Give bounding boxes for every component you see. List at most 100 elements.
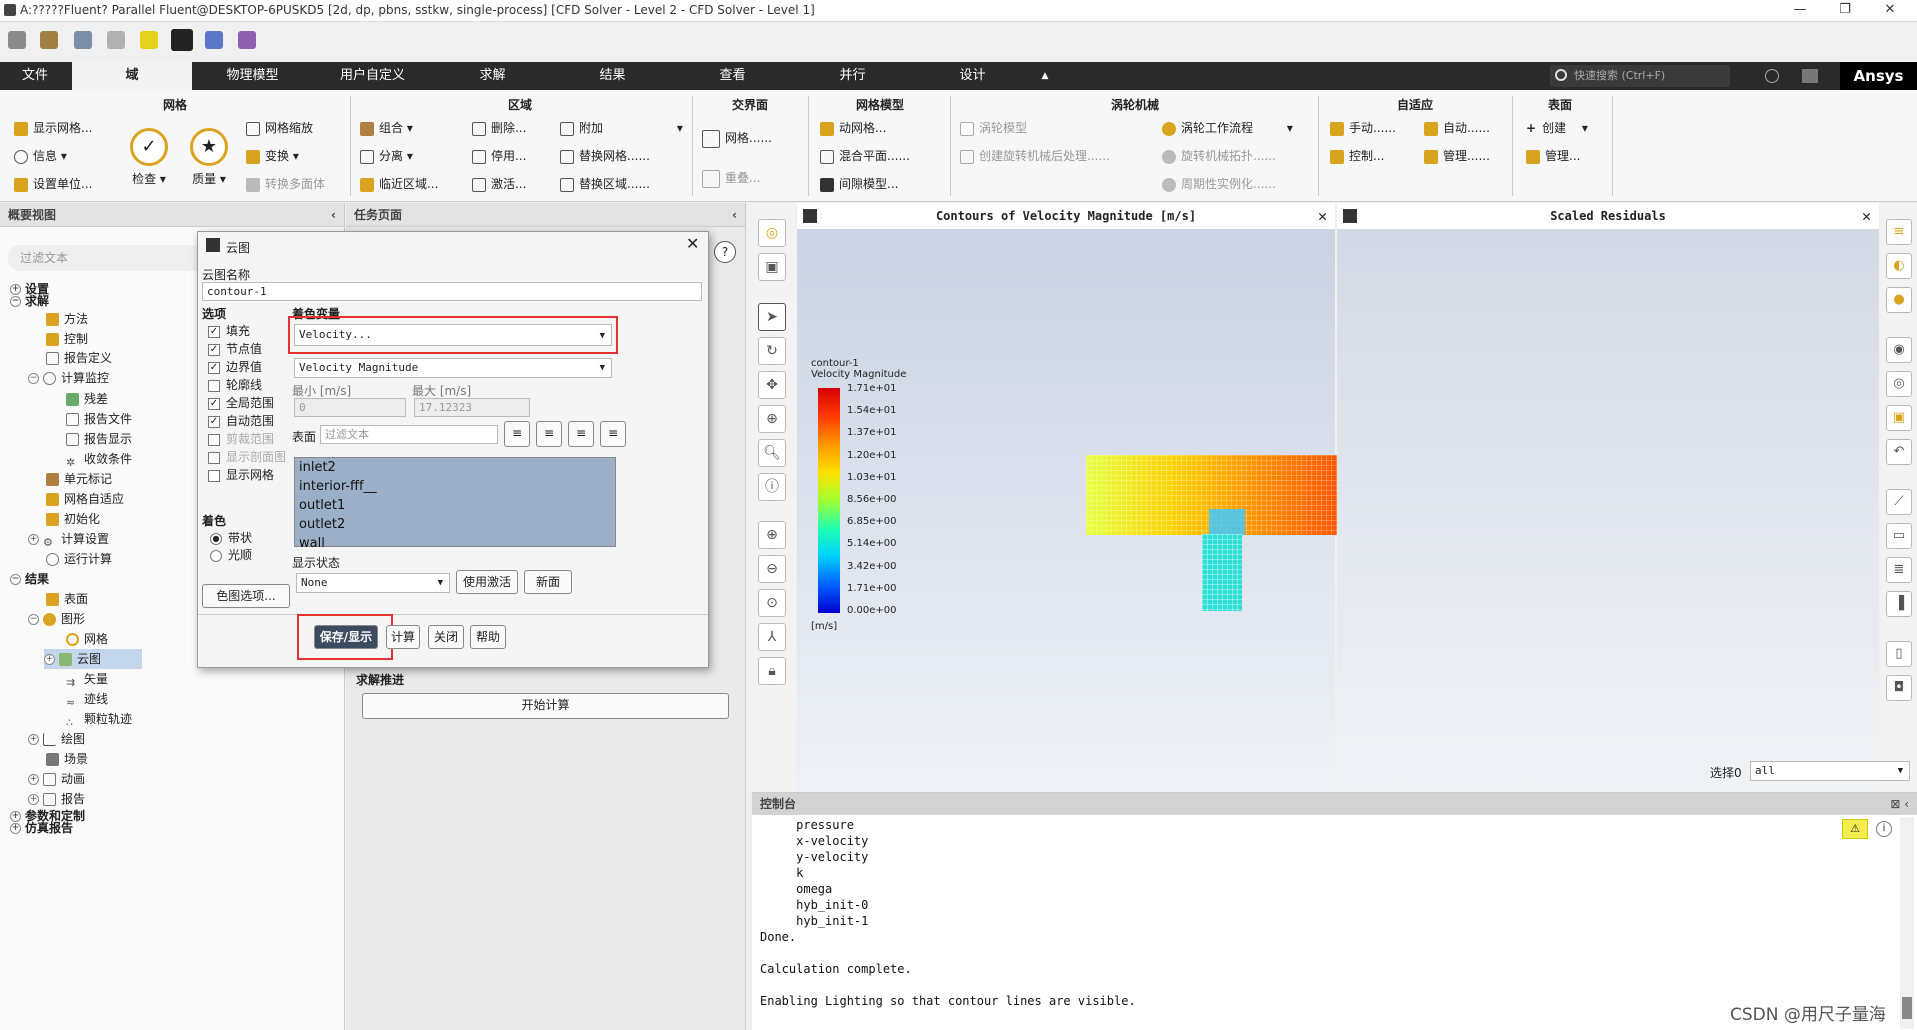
minimize-button[interactable]: — <box>1780 2 1820 20</box>
coloring-smooth-radio[interactable]: 光顺 <box>210 546 252 564</box>
periodic-instancing-button[interactable]: 周期性实例化...... <box>1162 174 1276 194</box>
residuals-graphics-window[interactable]: Scaled Residuals ✕ <box>1337 203 1879 793</box>
adapt-manage-button[interactable]: 管理...... <box>1424 146 1490 166</box>
hide-icon[interactable]: ◎ <box>1886 371 1912 397</box>
rotate-icon[interactable]: ↻ <box>758 337 786 365</box>
display-state-dropdown[interactable]: None ▼ <box>296 573 450 593</box>
layers-icon[interactable]: ≡ <box>1886 219 1912 245</box>
option-checkbox[interactable]: ✓ 填充 <box>208 322 250 340</box>
compute-button[interactable]: 计算 <box>386 625 420 649</box>
option-checkbox[interactable]: ✓ 全局范围 <box>208 394 274 412</box>
axes-icon[interactable]: ⅄ <box>758 623 786 651</box>
tree-methods[interactable]: 方法 <box>46 309 88 329</box>
replace-zone-button[interactable]: 替换区域...... <box>560 174 650 194</box>
tree-run-calculation[interactable]: 运行计算 <box>46 549 112 569</box>
tree-surfaces[interactable]: 表面 <box>46 589 88 609</box>
convert-polyhedra-button[interactable]: 转换多面体 <box>246 174 325 194</box>
parameters-icon[interactable] <box>205 31 223 49</box>
fit-icon[interactable]: ⊙ <box>758 589 786 617</box>
transform-button[interactable]: 变换 ▾ <box>246 146 299 166</box>
lock-icon[interactable]: 🔒︎ <box>758 657 786 685</box>
menu-design[interactable]: 设计 <box>915 62 1030 90</box>
expand-icon[interactable]: + <box>44 654 55 665</box>
mesh-scale-button[interactable]: 网格缩放 <box>246 118 313 138</box>
menu-user-defined[interactable]: 用户自定义 <box>315 62 430 90</box>
subvariable-dropdown[interactable]: Velocity Magnitude ▼ <box>294 358 612 378</box>
pan-icon[interactable]: ✥ <box>758 371 786 399</box>
option-checkbox[interactable]: ✓ 边界值 <box>208 358 262 376</box>
scrollbar-thumb[interactable] <box>1902 997 1912 1019</box>
tree-controls[interactable]: 控制 <box>46 329 88 349</box>
tree-animations[interactable]: + 动画 <box>28 769 85 789</box>
report-icon[interactable] <box>238 31 256 49</box>
collapse-icon[interactable]: − <box>28 614 39 625</box>
help-icon[interactable]: ? <box>714 241 736 263</box>
tree-initialization[interactable]: 初始化 <box>46 509 100 529</box>
tree-contours[interactable]: + 云图 <box>44 649 142 669</box>
restore-button[interactable]: ❐ <box>1825 2 1865 20</box>
turbo-topology-button[interactable]: 旋转机械拓扑...... <box>1162 146 1276 166</box>
menu-physics[interactable]: 物理模型 <box>195 62 310 90</box>
use-active-button[interactable]: 使用激活 <box>456 570 518 594</box>
collapse-panel-icon[interactable]: ‹ <box>331 203 336 227</box>
collapse-icon[interactable]: − <box>28 373 39 384</box>
collapse-ribbon-icon[interactable]: ▲ <box>1035 62 1055 90</box>
surfaces-list[interactable]: inlet2 interior-fff__ outlet1 outlet2 wall <box>294 457 616 551</box>
view-icon[interactable]: ▣ <box>758 253 786 281</box>
tree-vectors[interactable]: ⇉ 矢量 <box>66 669 108 689</box>
surface-list-item[interactable]: interior-fff__ <box>295 477 615 496</box>
combine-button[interactable]: 组合 ▾ <box>360 118 413 138</box>
case-icon[interactable] <box>40 31 58 49</box>
menu-solution[interactable]: 求解 <box>435 62 550 90</box>
option-checkbox[interactable]: 剪裁范围 <box>208 430 274 448</box>
layout-icon[interactable] <box>1802 69 1818 83</box>
select-surfaces-icon[interactable]: ≡ <box>504 421 530 447</box>
workbench-icon[interactable] <box>171 29 193 51</box>
min-value-input[interactable]: 0 <box>294 398 406 417</box>
save-icon[interactable] <box>74 31 92 49</box>
tree-pathlines[interactable]: ≈ 迹线 <box>66 689 108 709</box>
collapse-icon[interactable]: − <box>10 574 21 585</box>
activate-button[interactable]: 激活... <box>472 174 526 194</box>
menu-results[interactable]: 结果 <box>555 62 670 90</box>
manual-adapt-button[interactable]: 手动...... <box>1330 118 1396 138</box>
overset-button[interactable]: 重叠... <box>702 168 760 188</box>
separate-button[interactable]: 分离 ▾ <box>360 146 413 166</box>
expand-icon[interactable]: + <box>10 823 21 834</box>
tree-particle-tracks[interactable]: ∴ 颗粒轨迹 <box>66 709 132 729</box>
expand-icon[interactable]: + <box>28 774 39 785</box>
residuals-tab[interactable]: Scaled Residuals ✕ <box>1337 203 1879 229</box>
turbo-model-checkbox[interactable]: 涡轮模型 <box>960 118 1027 138</box>
tree-solution[interactable]: − 求解 <box>10 291 49 311</box>
display-mesh-button[interactable]: 显示网格... <box>14 118 92 138</box>
lightning-icon[interactable] <box>140 31 158 49</box>
menu-view[interactable]: 查看 <box>675 62 790 90</box>
warning-icon[interactable]: ⚠ <box>1842 819 1868 839</box>
contours-tab[interactable]: Contours of Velocity Magnitude [m/s] ✕ <box>797 203 1335 229</box>
dynamic-mesh-button[interactable]: 动网格... <box>820 118 886 138</box>
plot-icon[interactable]: ⟋ <box>1886 489 1912 515</box>
tree-graphics[interactable]: − 图形 <box>28 609 85 629</box>
adjacency-button[interactable]: 临近区域... <box>360 174 438 194</box>
replace-mesh-button[interactable]: 替换网格...... <box>560 146 650 166</box>
console-controls-icon[interactable]: ⊠ ‹ <box>1890 793 1909 815</box>
lighting-icon[interactable]: ● <box>1886 287 1912 313</box>
new-surface-button[interactable]: 新面 <box>524 570 572 594</box>
open-icon[interactable] <box>8 31 26 49</box>
start-calculation-button[interactable]: 开始计算 <box>362 693 729 719</box>
close-window-button[interactable]: ✕ <box>1870 2 1910 20</box>
tree-mesh[interactable]: 网格 <box>66 629 108 649</box>
zoom-out-icon[interactable]: ⊖ <box>758 555 786 583</box>
surface-list-item[interactable]: inlet2 <box>295 458 615 477</box>
tree-convergence[interactable]: ✲ 收敛条件 <box>66 449 132 469</box>
collapse-icon[interactable]: − <box>10 296 21 307</box>
check-button[interactable]: ✓ 检查 ▾ <box>124 128 174 187</box>
coloring-banded-radio[interactable]: ● 带状 <box>210 529 252 547</box>
tree-report-definitions[interactable]: 报告定义 <box>46 348 112 368</box>
option-checkbox[interactable]: 显示网格 <box>208 466 274 484</box>
adapt-control-button[interactable]: 控制... <box>1330 146 1384 166</box>
help-icon[interactable] <box>1765 69 1779 83</box>
tree-residuals[interactable]: 残差 <box>66 389 108 409</box>
delete-zone-button[interactable]: 删除... <box>472 118 526 138</box>
check-all-icon[interactable]: ≡ <box>568 421 594 447</box>
